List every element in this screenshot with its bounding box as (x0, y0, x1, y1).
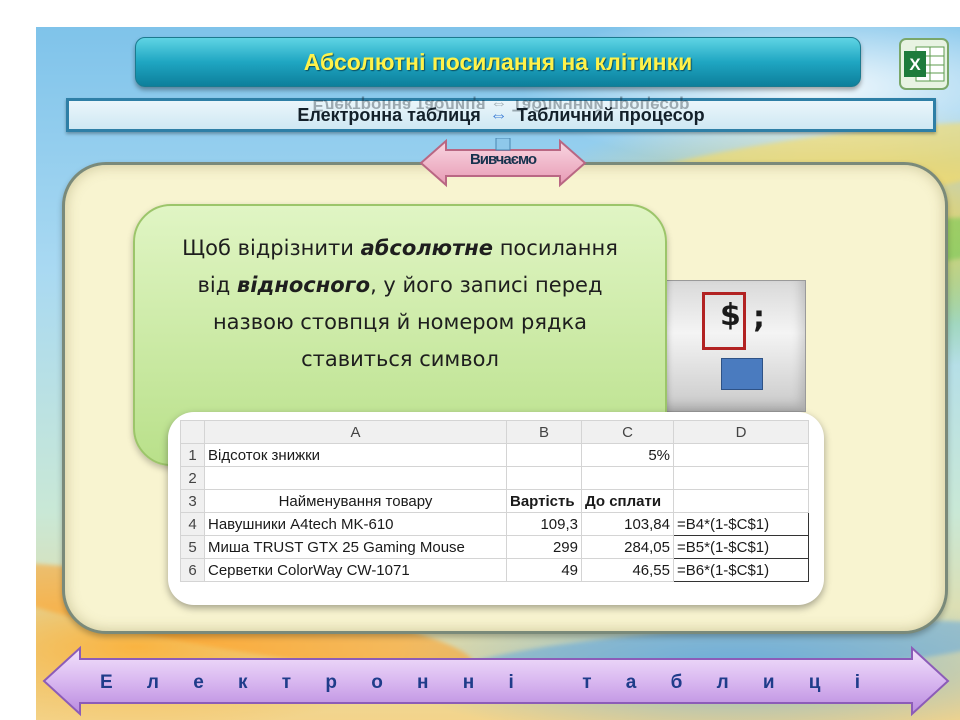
cell-b4[interactable]: 109,3 (506, 512, 582, 536)
cell-b5[interactable]: 299 (506, 535, 582, 559)
cell-c4[interactable]: 103,84 (581, 512, 674, 536)
cell-d2[interactable] (673, 466, 809, 490)
slide-title: Абсолютні посилання на клітинки (135, 37, 861, 87)
cell-a3[interactable]: Найменування товару (204, 489, 507, 513)
column-header-b: B (506, 420, 582, 444)
cell-d3[interactable] (673, 489, 809, 513)
cell-b1[interactable] (506, 443, 582, 467)
subtitle-right: Табличний процесор (516, 105, 705, 125)
cell-c1[interactable]: 5% (581, 443, 674, 467)
cell-a2[interactable] (204, 466, 507, 490)
excel-icon: X (899, 38, 949, 90)
cell-a5[interactable]: Миша TRUST GTX 25 Gaming Mouse (204, 535, 507, 559)
spreadsheet-table: A B C D 1 Відсоток знижки 5% 2 3 Наймену… (180, 420, 809, 582)
subtitle-left: Електронна таблиця (297, 105, 481, 125)
cell-a4[interactable]: Навушники A4tech MK-610 (204, 512, 507, 536)
cell-d4-formula[interactable]: =B4*(1-$C$1) (673, 512, 809, 536)
bold-absolute: абсолютне (360, 236, 494, 260)
footer-text: Електронні таблиці (100, 672, 860, 693)
cell-d6-formula[interactable]: =B6*(1-$C$1) (673, 558, 809, 582)
spreadsheet-image: A B C D 1 Відсоток знижки 5% 2 3 Наймену… (168, 412, 824, 605)
table-row: 4 Навушники A4tech MK-610 109,3 103,84 =… (180, 512, 809, 536)
cell-d1[interactable] (673, 443, 809, 467)
double-arrow-icon: ⇔ (489, 105, 508, 125)
table-row: 2 (180, 466, 809, 490)
column-header-c: C (581, 420, 674, 444)
semicolon-symbol: ; (753, 300, 765, 335)
blue-square-button[interactable] (721, 358, 763, 390)
subtitle-bar: Електронна таблиця ⇔ Табличний процесор … (66, 96, 936, 132)
bold-relative: відносного (236, 273, 371, 297)
cell-b3[interactable]: Вартість (506, 489, 582, 513)
cell-c2[interactable] (581, 466, 674, 490)
corner-cell (180, 420, 205, 444)
cell-b2[interactable] (506, 466, 582, 490)
cell-c5[interactable]: 284,05 (581, 535, 674, 559)
table-row: 3 Найменування товару Вартість До сплати (180, 489, 809, 513)
svg-text:X: X (909, 55, 921, 74)
cell-b6[interactable]: 49 (506, 558, 582, 582)
table-row: 1 Відсоток знижки 5% (180, 443, 809, 467)
subtitle-text: Електронна таблиця ⇔ Табличний процесор (69, 105, 933, 126)
cell-c6[interactable]: 46,55 (581, 558, 674, 582)
cell-c3[interactable]: До сплати (581, 489, 674, 513)
header-row: A B C D (180, 420, 809, 444)
badge-label: Вивчаємо (469, 151, 537, 168)
cell-d5-formula[interactable]: =B5*(1-$C$1) (673, 535, 809, 559)
table-row: 5 Миша TRUST GTX 25 Gaming Mouse 299 284… (180, 535, 809, 559)
explanation-text: Щоб відрізнити абсолютне посилання від в… (182, 236, 618, 371)
cell-a1[interactable]: Відсоток знижки (204, 443, 507, 467)
table-row: 6 Серветки ColorWay CW-1071 49 46,55 =B6… (180, 558, 809, 582)
column-header-a: A (204, 420, 507, 444)
column-header-d: D (673, 420, 809, 444)
cell-a6[interactable]: Серветки ColorWay CW-1071 (204, 558, 507, 582)
